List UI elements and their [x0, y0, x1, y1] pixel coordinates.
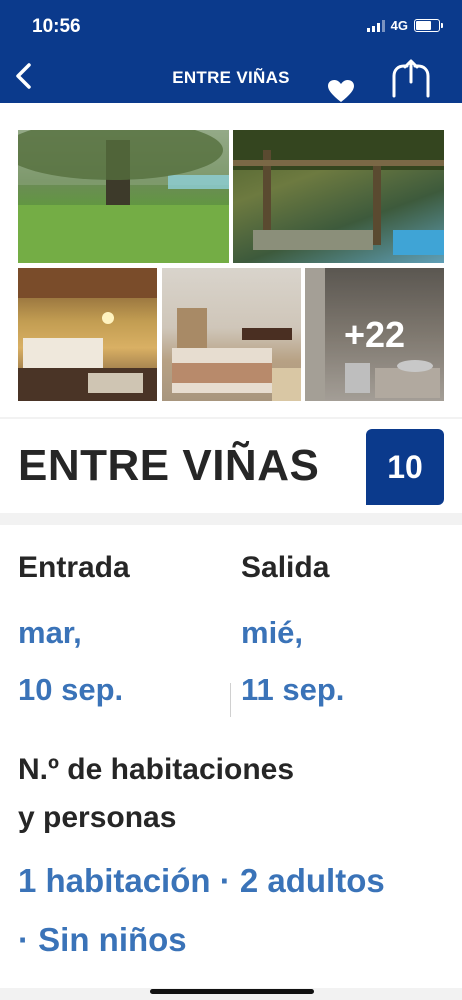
home-indicator[interactable] [150, 989, 314, 994]
signal-icon [366, 19, 385, 32]
battery-icon [414, 19, 443, 32]
heart-icon [328, 80, 354, 102]
occupancy-summary[interactable]: 1 habitación · 2 adultos [18, 862, 385, 900]
rooms-guests-label: N.º de habitaciones [18, 753, 295, 786]
more-photos-count: +22 [305, 268, 444, 401]
favorite-button[interactable] [326, 78, 356, 104]
network-label: 4G [390, 18, 408, 33]
status-icons: 4G [366, 18, 443, 33]
photo-bedroom[interactable] [162, 268, 301, 401]
checkout-day[interactable]: mié, [241, 615, 303, 651]
checkout-label: Salida [241, 551, 330, 584]
review-score-badge[interactable]: 10 [366, 429, 444, 505]
date-divider [230, 683, 231, 717]
status-time: 10:56 [32, 16, 81, 37]
app-header: 10:56 4G ENTRE VIÑAS [0, 0, 462, 103]
checkin-day[interactable]: mar, [18, 615, 82, 651]
photo-bathroom[interactable]: +22 [305, 268, 444, 401]
property-name: ENTRE VIÑAS [18, 441, 320, 490]
rooms-guests-label-line2: y personas [18, 801, 177, 834]
checkin-date[interactable]: 10 sep. [18, 672, 123, 708]
checkin-label: Entrada [18, 551, 130, 584]
property-title-card: ENTRE VIÑAS 10 [0, 419, 462, 513]
photo-pergola[interactable] [233, 130, 444, 263]
photo-dining[interactable] [18, 268, 157, 401]
photo-garden[interactable] [18, 130, 229, 263]
occupancy-children[interactable]: · Sin niños [18, 921, 187, 959]
share-button[interactable] [386, 58, 436, 100]
booking-details: Entrada mar, 10 sep. Salida mié, 11 sep.… [0, 525, 462, 988]
photo-gallery: +22 [0, 103, 462, 417]
checkout-date[interactable]: 11 sep. [241, 672, 344, 708]
share-icon [392, 59, 430, 98]
